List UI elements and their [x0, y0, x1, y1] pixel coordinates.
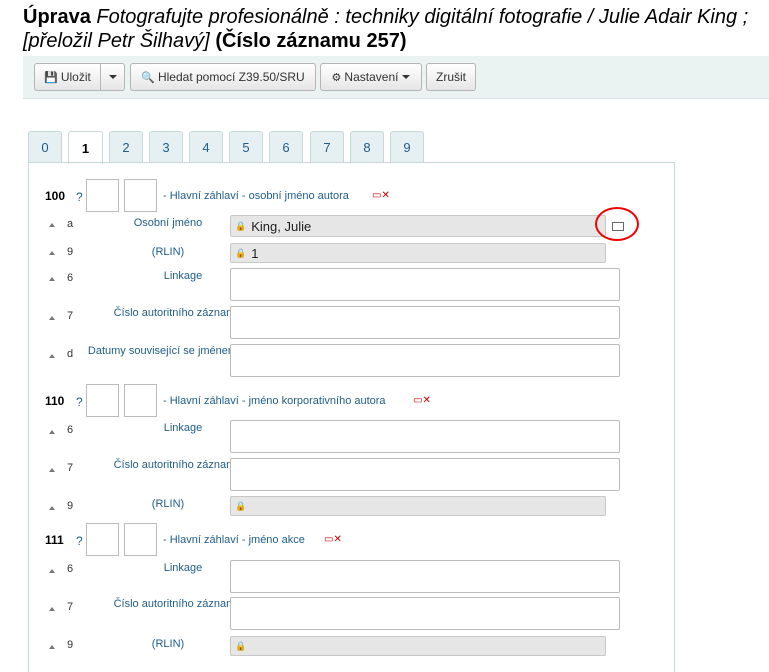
indicator-2-input[interactable]: [124, 384, 157, 417]
move-up-icon[interactable]: [49, 251, 55, 255]
authority-number-input[interactable]: [230, 597, 620, 630]
floppy-icon: 💾: [44, 71, 58, 84]
personal-name-field[interactable]: 🔒 King, Julie: [230, 215, 606, 237]
title-prefix: Úprava: [23, 6, 91, 28]
move-up-icon[interactable]: [49, 223, 55, 227]
subfield-code: 9: [67, 500, 74, 512]
help-link[interactable]: ?: [76, 395, 83, 409]
delete-field-icon[interactable]: ▭✕: [372, 190, 390, 201]
tag-label[interactable]: - Hlavní záhlaví - osobní jméno autora: [163, 190, 349, 202]
lock-icon: 🔒: [235, 640, 247, 651]
tab-5[interactable]: 5: [229, 131, 263, 162]
linkage-input[interactable]: [230, 420, 620, 453]
tab-1[interactable]: 1: [68, 131, 103, 164]
subfield-label: (RLIN): [151, 498, 185, 510]
tab-2[interactable]: 2: [109, 131, 143, 162]
search-icon: 🔍: [141, 71, 155, 84]
move-up-icon[interactable]: [49, 430, 55, 434]
help-link[interactable]: ?: [76, 190, 83, 204]
subfield-code: 6: [67, 272, 74, 284]
cancel-button[interactable]: Zrušit: [426, 63, 476, 91]
dates-input[interactable]: [230, 344, 620, 377]
lock-icon: 🔒: [235, 247, 247, 258]
rlin-field[interactable]: 🔒 1: [230, 243, 606, 263]
tag-number: 110: [45, 394, 65, 408]
indicator-2-input[interactable]: [124, 179, 157, 212]
move-up-icon[interactable]: [49, 354, 55, 358]
tab-7[interactable]: 7: [310, 131, 344, 162]
highlight-circle: [595, 207, 639, 241]
tag-number: 111: [45, 533, 64, 547]
tab-3[interactable]: 3: [149, 131, 183, 162]
subfield-code: 9: [67, 246, 74, 258]
indicator-1-input[interactable]: [86, 179, 119, 212]
lock-icon: 🔒: [235, 500, 247, 511]
chevron-down-icon: [402, 75, 411, 79]
z3950-search-button[interactable]: 🔍 Hledat pomocí Z39.50/SRU: [130, 63, 316, 91]
authority-number-input[interactable]: [230, 458, 620, 491]
subfield-label: Datumy související se jménem: [87, 345, 238, 357]
subfield-code: 7: [67, 601, 74, 613]
save-options-toggle[interactable]: [100, 63, 125, 91]
authority-number-input[interactable]: [230, 306, 620, 339]
settings-button[interactable]: ⚙ Nastavení: [320, 63, 422, 91]
subfield-label: Osobní jméno: [133, 217, 203, 229]
subfield-code: 9: [67, 639, 74, 651]
record-number: (Číslo záznamu 257): [215, 30, 407, 52]
page-title: Úprava Fotografujte profesionálně : tech…: [23, 5, 763, 53]
linkage-input[interactable]: [230, 560, 620, 593]
subfield-code: 6: [67, 424, 74, 436]
indicator-1-input[interactable]: [86, 523, 119, 556]
linkage-input[interactable]: [230, 268, 620, 301]
subfield-code: 7: [67, 462, 74, 474]
chevron-down-icon: [108, 75, 117, 79]
move-up-icon[interactable]: [49, 506, 55, 510]
move-up-icon[interactable]: [49, 645, 55, 649]
move-up-icon[interactable]: [49, 607, 55, 611]
tab-6[interactable]: 6: [269, 131, 303, 162]
subfield-label: (RLIN): [151, 638, 185, 650]
subfield-code: 7: [67, 310, 74, 322]
toolbar: 💾 Uložit 🔍 Hledat pomocí Z39.50/SRU ⚙ Na…: [23, 56, 769, 99]
help-link[interactable]: ?: [76, 534, 83, 548]
save-button[interactable]: 💾 Uložit: [34, 63, 101, 91]
lock-icon: 🔒: [235, 220, 247, 231]
tab-panel: [28, 162, 675, 672]
tag-number: 100: [45, 189, 66, 203]
move-up-icon[interactable]: [49, 316, 55, 320]
tag-label[interactable]: - Hlavní záhlaví - jméno akce: [163, 534, 305, 546]
indicator-2-input[interactable]: [124, 523, 157, 556]
indicator-1-input[interactable]: [86, 384, 119, 417]
delete-field-icon[interactable]: ▭✕: [324, 534, 342, 545]
rlin-field[interactable]: 🔒: [230, 636, 606, 656]
tag-label[interactable]: - Hlavní záhlaví - jméno korporativního …: [163, 395, 386, 407]
tab-9[interactable]: 9: [390, 131, 424, 162]
subfield-code: 6: [67, 563, 74, 575]
subfield-code: d: [67, 348, 74, 360]
delete-field-icon[interactable]: ▭✕: [413, 395, 431, 406]
subfield-code: a: [67, 218, 74, 230]
tab-4[interactable]: 4: [189, 131, 223, 162]
tab-0[interactable]: 0: [28, 131, 62, 162]
subfield-label: (RLIN): [151, 246, 185, 258]
gear-icon: ⚙: [331, 71, 342, 84]
move-up-icon[interactable]: [49, 569, 55, 573]
rlin-field[interactable]: 🔒: [230, 496, 606, 516]
move-up-icon[interactable]: [49, 277, 55, 281]
move-up-icon[interactable]: [49, 468, 55, 472]
tab-8[interactable]: 8: [350, 131, 384, 162]
